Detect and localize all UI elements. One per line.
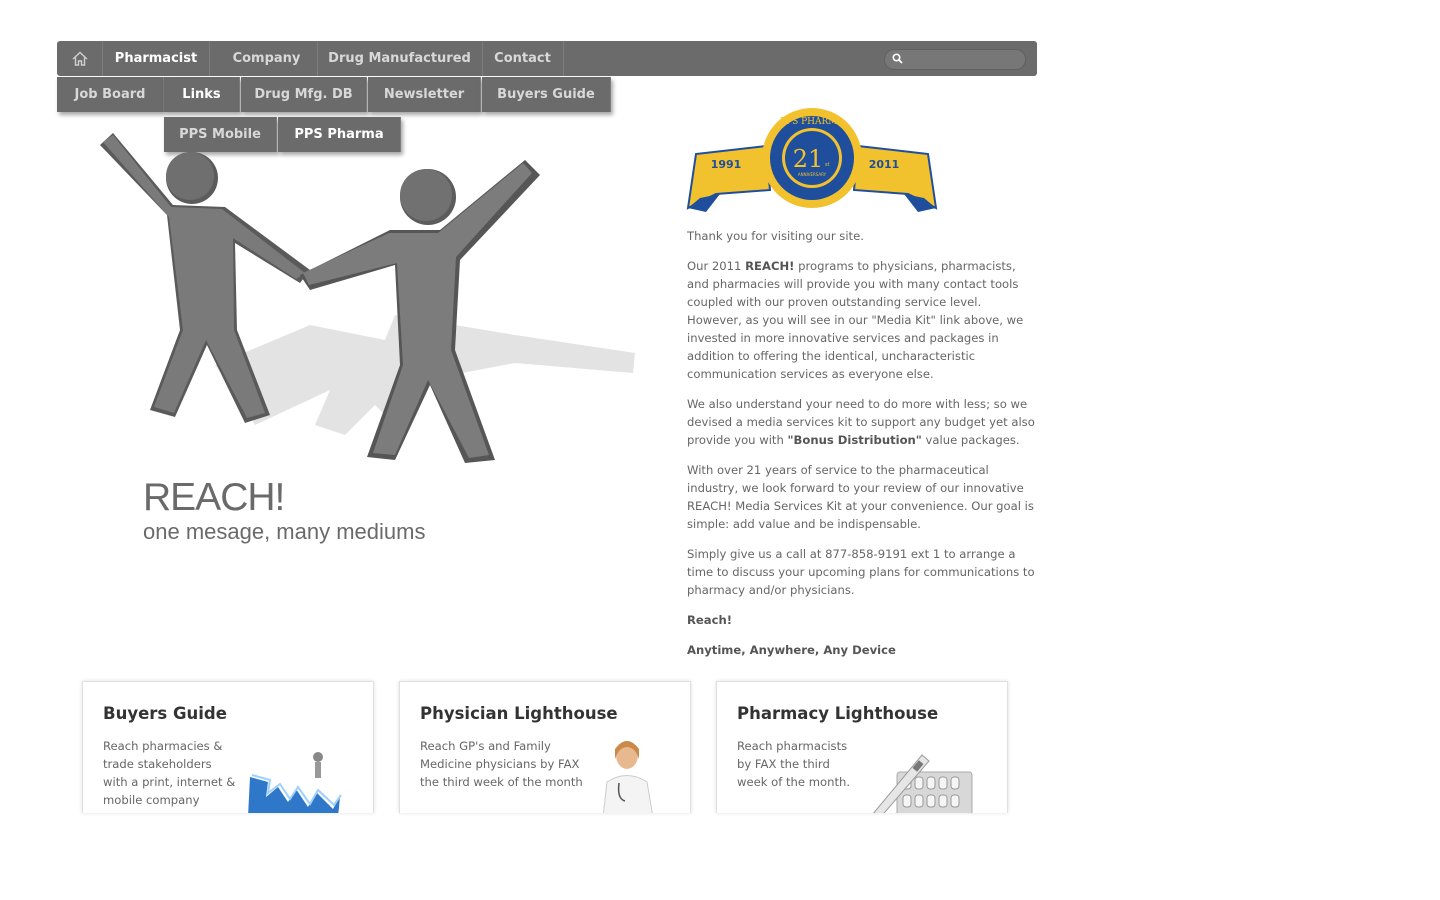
search-input[interactable] xyxy=(907,51,1021,68)
intro-paragraph-1: Thank you for visiting our site. xyxy=(687,229,864,243)
intro-paragraph-2: Our 2011 REACH! programs to physicians, … xyxy=(687,259,1024,381)
submenu-drug-mfg-db[interactable]: Drug Mfg. DB xyxy=(241,77,367,112)
intro-reach: Reach! xyxy=(687,613,733,627)
badge-number: 21 xyxy=(793,145,824,173)
card-title[interactable]: Pharmacy Lighthouse xyxy=(737,704,938,723)
intro-paragraph-3: We also understand your need to do more … xyxy=(687,397,1035,447)
badge-suffix: st xyxy=(825,162,830,168)
intro-paragraph-5: Simply give us a call at 877-858-9191 ex… xyxy=(687,547,1035,597)
hero-title: REACH! xyxy=(143,476,285,519)
search-icon[interactable] xyxy=(892,53,903,64)
search-box xyxy=(884,49,1026,70)
intro-paragraph-4: With over 21 years of service to the pha… xyxy=(687,463,1034,531)
badge-brand: PPS PHARMA xyxy=(780,117,845,127)
submenu-buyers-guide[interactable]: Buyers Guide xyxy=(482,77,611,112)
submenu-job-board[interactable]: Job Board xyxy=(57,77,164,112)
card-physician-lighthouse[interactable]: Physician Lighthouse Reach GP's and Fami… xyxy=(399,681,691,813)
nav-contact[interactable]: Contact xyxy=(482,41,564,76)
doctor-photo-icon xyxy=(602,741,653,813)
nav-drug-manufactured[interactable]: Drug Manufactured xyxy=(317,41,483,76)
main-nav-bar: Pharmacist Company Drug Manufactured Con… xyxy=(57,41,1037,76)
badge-year-left: 1991 xyxy=(711,158,742,171)
www-climber-icon xyxy=(248,752,342,813)
card-title[interactable]: Physician Lighthouse xyxy=(420,704,618,723)
anniversary-badge-logo: PPS PHARMA 21 st ANNIVERSARY 1991 2011 xyxy=(686,108,938,212)
card-description: Reach GP's and Family Medicine physician… xyxy=(420,739,583,789)
submenu-links[interactable]: Links xyxy=(164,77,240,112)
home-icon xyxy=(72,51,87,66)
card-description: Reach pharmacists by FAX the third week … xyxy=(737,739,851,789)
home-button[interactable] xyxy=(57,41,103,76)
card-title[interactable]: Buyers Guide xyxy=(103,704,227,723)
card-description: Reach pharmacies & trade stakeholders wi… xyxy=(103,739,236,807)
nav-company[interactable]: Company xyxy=(216,41,318,76)
pill-pack-thermometer-icon xyxy=(873,754,973,813)
hero-subtitle: one mesage, many mediums xyxy=(143,519,426,544)
nav-pharmacist[interactable]: Pharmacist xyxy=(103,41,210,76)
intro-tagline: Anytime, Anywhere, Any Device xyxy=(687,643,896,657)
hero-figures-illustration xyxy=(100,133,635,463)
badge-year-right: 2011 xyxy=(869,158,900,171)
intro-text-block: Thank you for visiting our site. Our 201… xyxy=(687,227,1039,671)
submenu-newsletter[interactable]: Newsletter xyxy=(368,77,481,112)
badge-anniversary: ANNIVERSARY xyxy=(798,172,827,177)
card-pharmacy-lighthouse[interactable]: Pharmacy Lighthouse Reach pharmacists by… xyxy=(716,681,1008,813)
card-buyers-guide[interactable]: Buyers Guide Reach pharmacies & trade st… xyxy=(82,681,374,813)
